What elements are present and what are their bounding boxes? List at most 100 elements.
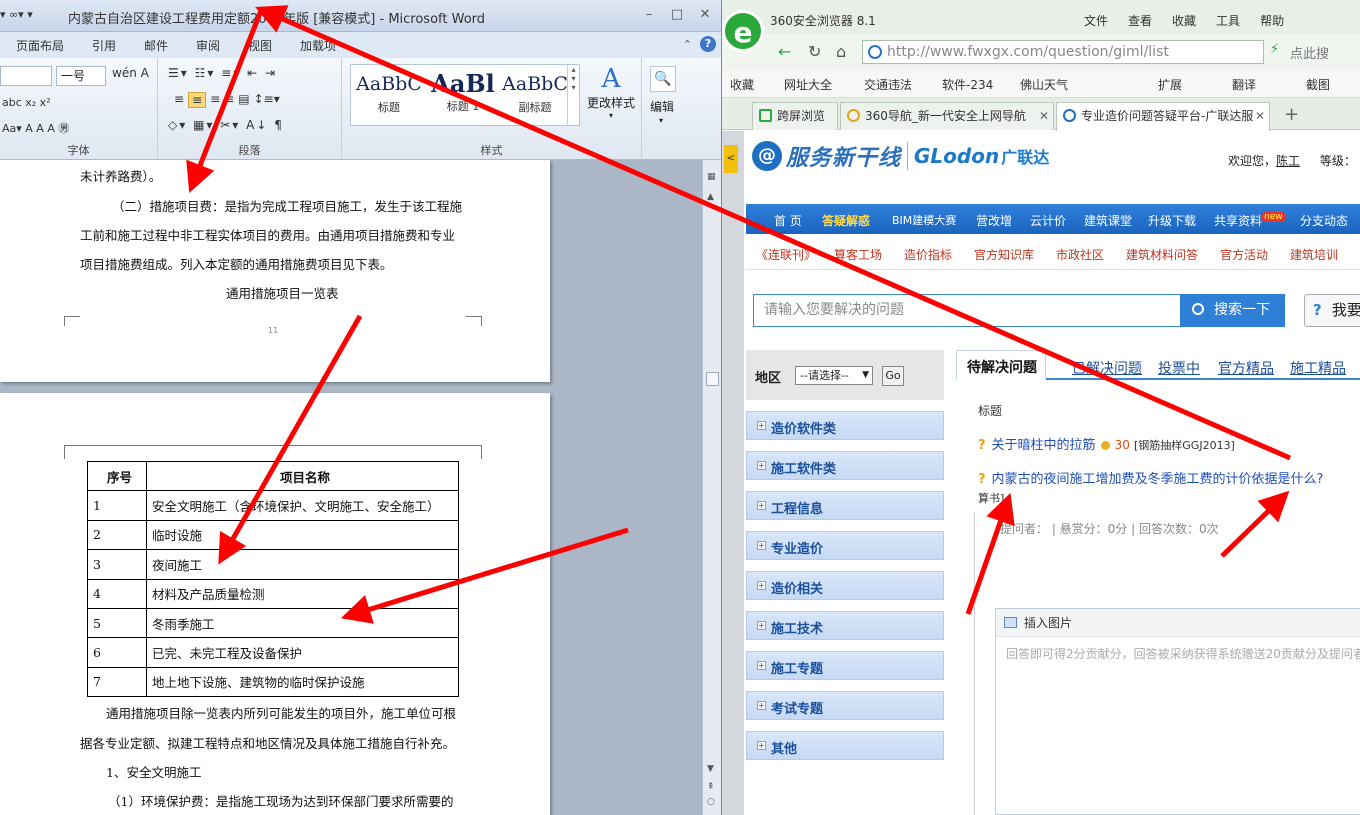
tab-voting[interactable]: 投票中 xyxy=(1158,358,1200,378)
ruler-toggle-icon[interactable]: ▦ xyxy=(707,172,716,182)
tab-view[interactable]: 视图 xyxy=(248,37,272,54)
subnav-index[interactable]: 造价指标 xyxy=(904,246,952,263)
paragraph-line[interactable]: 工前和施工过程中非工程实体项目的费用。由通用项目措施费和专业 xyxy=(80,225,455,244)
change-styles-button[interactable]: A 更改样式 ▾ xyxy=(586,64,636,120)
subnav-knowledge[interactable]: 官方知识库 xyxy=(974,246,1034,263)
table-header-cell[interactable]: 项目名称 xyxy=(146,460,459,492)
style-gallery-scroll[interactable]: ▴ ▾ ▾ xyxy=(567,65,579,125)
category-item[interactable]: + 造价软件类 xyxy=(746,411,944,440)
tab-unsolved[interactable]: 待解决问题 xyxy=(956,350,1046,380)
nav-class[interactable]: 建筑课堂 xyxy=(1084,212,1132,229)
question-tag[interactable]: [钢筋抽样GGJ2013] xyxy=(1134,439,1235,452)
menu-item-view[interactable]: 查看 xyxy=(1128,12,1152,29)
category-item[interactable]: + 工程信息 xyxy=(746,491,944,520)
paragraph-line[interactable]: （1）环境保护费：是指施工现场为达到环保部门要求所需要的 xyxy=(108,791,453,810)
bookmark-favorites[interactable]: 收藏 xyxy=(730,76,754,93)
tab-cross-screen[interactable]: 跨屏浏览 xyxy=(752,102,838,130)
tab-construction[interactable]: 施工精品 xyxy=(1290,358,1346,378)
tab-references[interactable]: 引用 xyxy=(92,37,116,54)
category-item[interactable]: + 考试专题 xyxy=(746,691,944,720)
table-cell[interactable]: 夜间施工 xyxy=(146,549,459,580)
nav-download[interactable]: 升级下载 xyxy=(1148,212,1196,229)
table-cell[interactable]: 7 xyxy=(87,666,147,698)
nav-qa[interactable]: 答疑解惑 xyxy=(822,212,870,229)
user-link[interactable]: 陈工 xyxy=(1276,154,1300,168)
nav-home[interactable]: 首 页 xyxy=(774,212,802,229)
collapse-ribbon-icon[interactable]: ⌃ xyxy=(683,38,692,51)
paragraph-line[interactable]: 据各专业定额、拟建工程特点和地区情况及具体施工措施自行补充。 xyxy=(80,733,455,752)
paragraph-line[interactable]: 通用措施项目除一览表内所列可能发生的项目外，施工单位可根 xyxy=(106,703,456,722)
align-right-icon[interactable]: ≡ xyxy=(210,92,220,108)
search-engine-box[interactable]: 点此搜 xyxy=(1290,43,1329,62)
font-name-combo[interactable] xyxy=(0,66,52,86)
question-link[interactable]: 关于暗柱中的拉筋 xyxy=(992,438,1096,453)
style-heading1[interactable]: AaBl 标题 1 xyxy=(427,69,499,114)
edit-button[interactable]: 编辑 xyxy=(650,98,674,115)
region-select[interactable]: --请选择-- ▼ xyxy=(795,366,873,385)
align-center-icon[interactable]: ≡ xyxy=(188,92,207,108)
style-subtitle[interactable]: AaBbC 副标题 xyxy=(501,73,569,115)
back-icon[interactable]: ← xyxy=(778,42,791,61)
category-item[interactable]: + 施工专题 xyxy=(746,651,944,680)
maximize-button[interactable]: □ xyxy=(666,6,688,24)
region-go-button[interactable]: Go xyxy=(882,366,904,386)
refresh-icon[interactable]: ↻ xyxy=(808,42,821,61)
font-effects-buttons[interactable]: abc x₂ x² xyxy=(2,96,51,109)
paragraph-line[interactable]: （二）措施项目费：是指为完成工程项目施工，发生于该工程施 xyxy=(112,196,462,215)
table-cell[interactable]: 3 xyxy=(87,549,147,580)
paragraph-line[interactable]: 项目措施费组成。列入本定额的通用措施费项目见下表。 xyxy=(80,254,393,273)
ask-question-button[interactable]: ? 我要 xyxy=(1304,294,1360,327)
bookmark-traffic[interactable]: 交通违法 xyxy=(864,76,912,93)
menu-item-favorites[interactable]: 收藏 xyxy=(1172,12,1196,29)
bookmark-weather[interactable]: 佛山天气 xyxy=(1020,76,1068,93)
paragraph-line[interactable]: 1、安全文明施工 xyxy=(106,762,201,781)
tab-solved[interactable]: 已解决问题 xyxy=(1072,358,1142,378)
bookmark-software[interactable]: 软件-234 xyxy=(942,76,993,93)
tab-mailings[interactable]: 邮件 xyxy=(144,37,168,54)
subnav-materials[interactable]: 建筑材料问答 xyxy=(1126,246,1198,263)
minimize-button[interactable]: – xyxy=(638,6,660,24)
table-cell[interactable]: 已完、未完工程及设备保护 xyxy=(146,637,459,668)
table-header-cell[interactable]: 序号 xyxy=(87,460,147,492)
table-cell[interactable]: 临时设施 xyxy=(146,519,459,551)
sidebar-toggle-button[interactable]: < xyxy=(724,145,738,173)
category-item[interactable]: + 其他 xyxy=(746,731,944,760)
subnav-journal[interactable]: 《连联刊》 xyxy=(756,246,816,263)
subnav-events[interactable]: 官方活动 xyxy=(1220,246,1268,263)
table-cell[interactable]: 5 xyxy=(87,607,147,639)
vertical-scrollbar[interactable]: ▦ ▲ ▼ ⇞ ○ xyxy=(702,160,721,815)
question-search-input[interactable]: 请输入您要解决的问题 xyxy=(753,294,1180,327)
category-item[interactable]: + 施工技术 xyxy=(746,611,944,640)
style-title[interactable]: AaBbC 标题 xyxy=(355,73,423,115)
scroll-down-icon[interactable]: ▼ xyxy=(707,764,714,774)
tab-official[interactable]: 官方精品 xyxy=(1218,358,1274,378)
font-format-buttons[interactable]: Aa▾ A A A ㊚ xyxy=(2,120,69,136)
search-button[interactable]: 搜索一下 xyxy=(1180,294,1285,327)
subnav-workshop[interactable]: 算客工场 xyxy=(834,246,882,263)
category-item[interactable]: + 造价相关 xyxy=(746,571,944,600)
answer-editor[interactable]: 插入图片 回答即可得2分贡献分，回答被采纳获得系统赠送20贡献分及提问者 xyxy=(995,608,1360,815)
new-tab-button[interactable]: + xyxy=(1284,104,1299,125)
table-cell[interactable]: 2 xyxy=(87,519,147,551)
home-icon[interactable]: ⌂ xyxy=(836,42,846,61)
close-tab-icon[interactable]: ✕ xyxy=(1039,103,1049,129)
tab-glodon-qa[interactable]: 专业造价问题答疑平台-广联达服 ✕ xyxy=(1056,102,1270,131)
nav-vat[interactable]: 营改增 xyxy=(976,212,1012,229)
distributed-icon[interactable]: ▤ xyxy=(238,92,249,108)
tab-page-layout[interactable]: 页面布局 xyxy=(16,37,64,54)
close-tab-icon[interactable]: ✕ xyxy=(1255,103,1265,129)
tab-addins[interactable]: 加载项 xyxy=(300,37,336,54)
menu-item-tools[interactable]: 工具 xyxy=(1216,12,1240,29)
shading-border-icons[interactable]: ◇▾ ▦▾ ✂▾ A↓ ¶ xyxy=(168,118,284,132)
scroll-thumb[interactable] xyxy=(706,372,719,386)
font-size-combo[interactable]: 一号 xyxy=(56,66,106,86)
nav-cloud[interactable]: 云计价 xyxy=(1030,212,1066,229)
bookmark-translate[interactable]: 翻译 xyxy=(1232,76,1256,93)
nav-branch[interactable]: 分支动态 xyxy=(1300,212,1348,229)
menu-item-help[interactable]: 帮助 xyxy=(1260,12,1284,29)
bookmark-sites[interactable]: 网址大全 xyxy=(784,76,832,93)
phonetic-guide-icon[interactable]: wén A xyxy=(112,66,149,80)
list-buttons-icon[interactable]: ☰▾ ☷▾ ≡▾ ⇤ ⇥ xyxy=(168,66,277,80)
table-cell[interactable]: 材料及产品质量检测 xyxy=(146,578,459,609)
tab-review[interactable]: 审阅 xyxy=(196,37,220,54)
